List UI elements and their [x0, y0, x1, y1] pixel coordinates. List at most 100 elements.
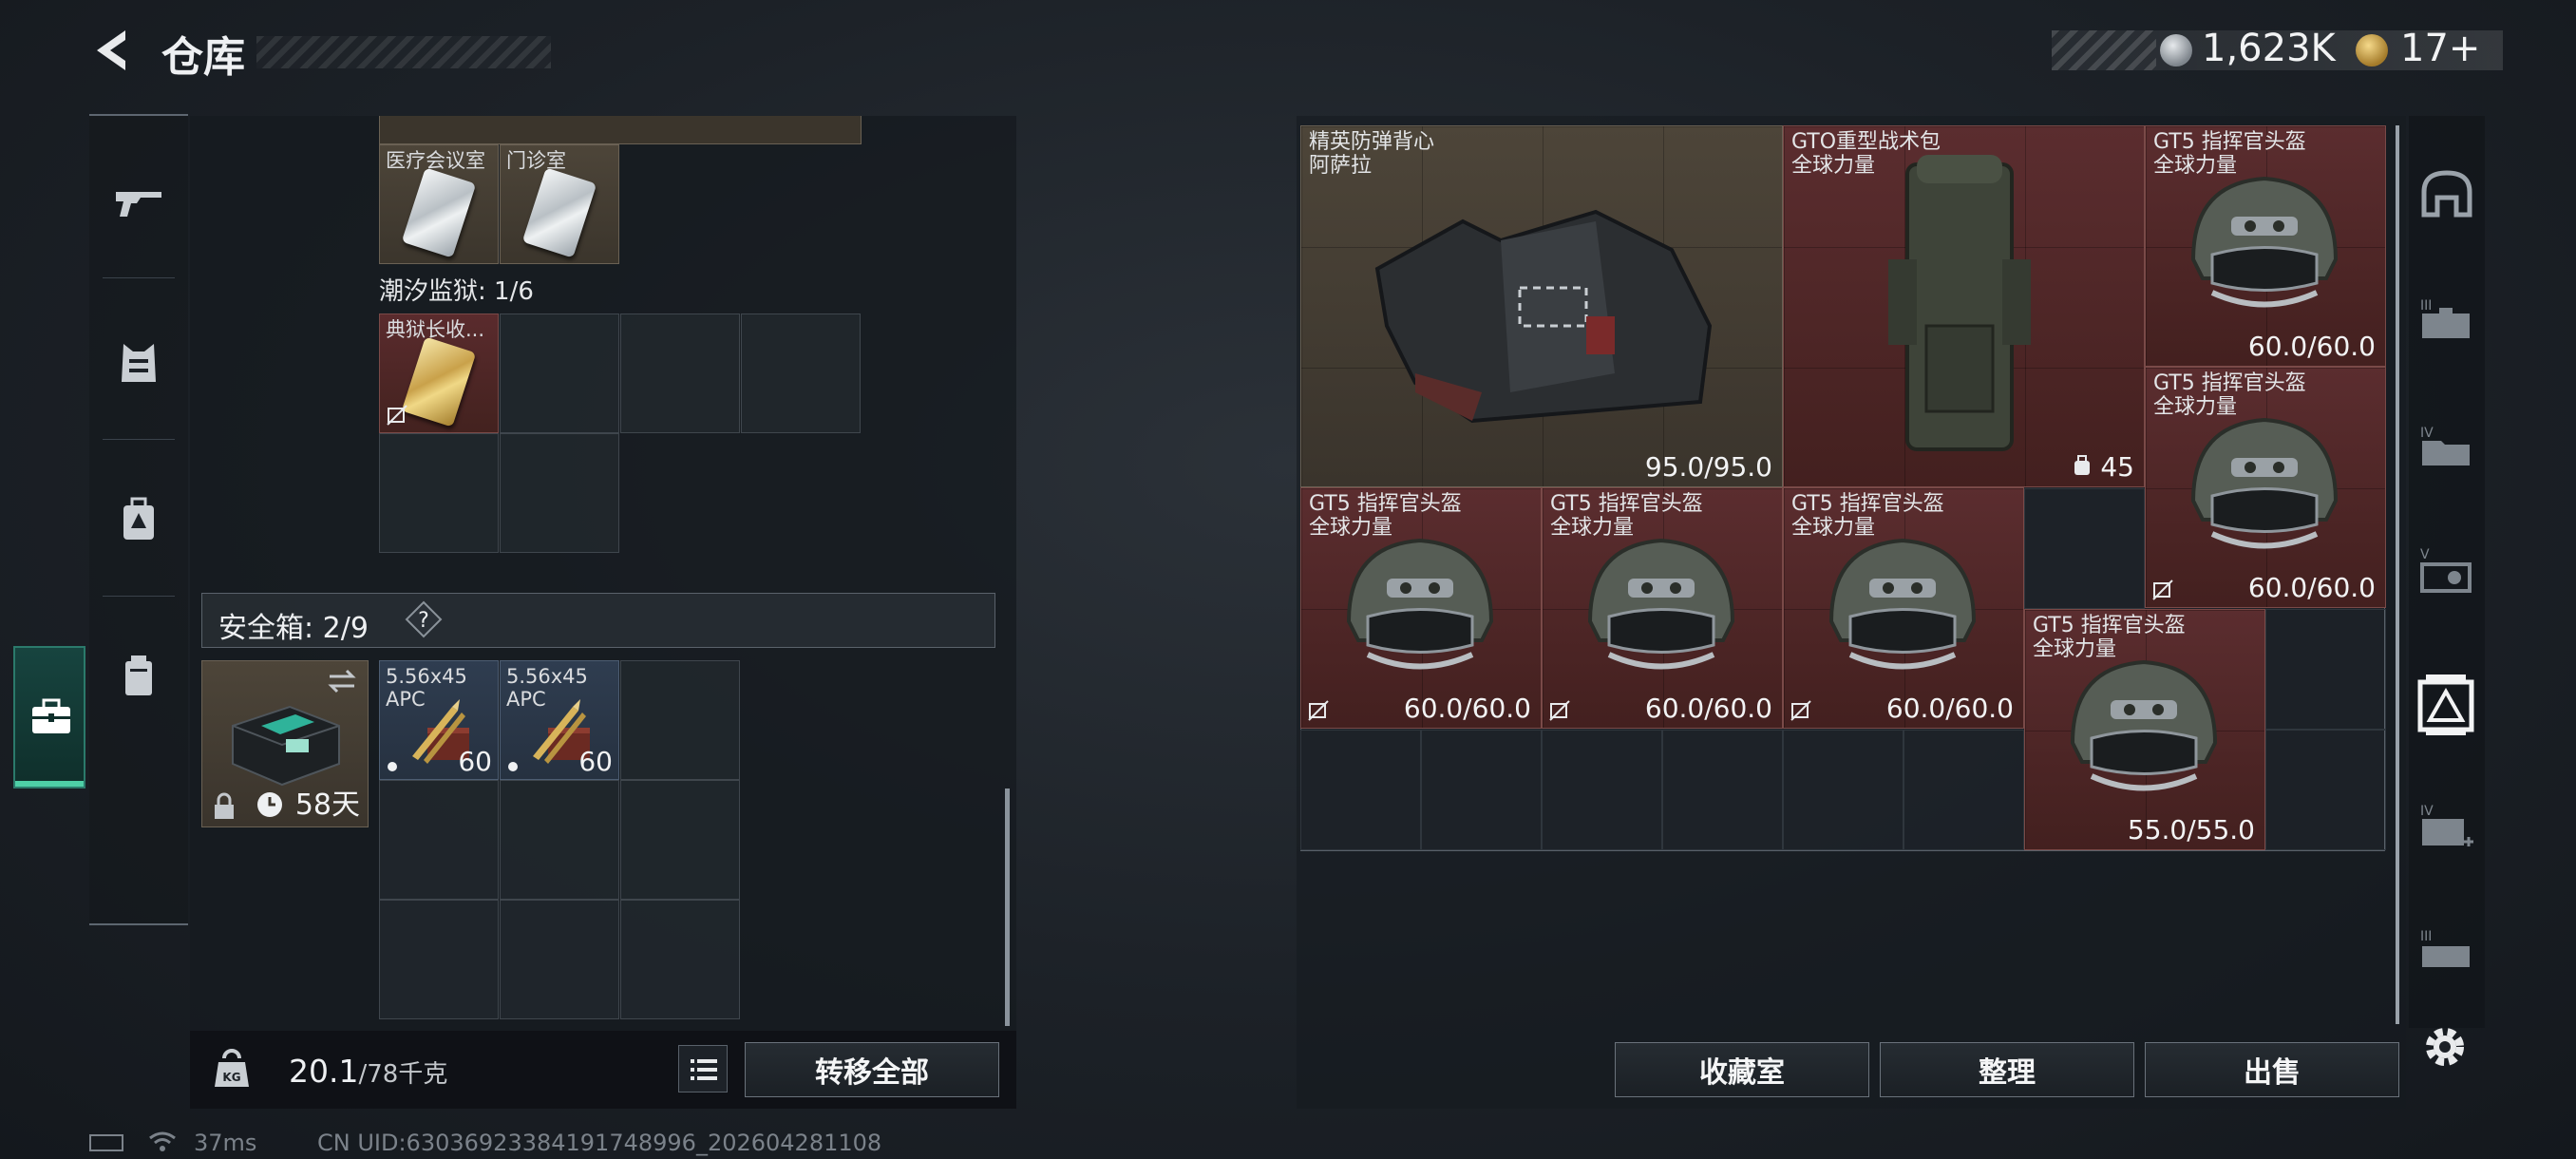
sell-button[interactable]: 出售 [2145, 1042, 2399, 1097]
silver-coin-icon [2160, 34, 2192, 66]
battery-icon [89, 1134, 123, 1151]
rig-tab[interactable] [89, 600, 188, 752]
empty-slot[interactable] [1542, 730, 1662, 850]
no-insurance-icon [1308, 700, 1329, 721]
durability-value: 55.0/55.0 [2127, 814, 2255, 846]
helmet-item[interactable]: GT5 指挥官头盔 全球力量 55.0/55.0 [2024, 609, 2265, 850]
keycard-image [401, 167, 477, 258]
empty-slot[interactable] [2265, 609, 2386, 730]
help-button[interactable]: ? [405, 600, 443, 638]
ammo-indicator-icon [388, 762, 397, 771]
settings-gear-icon[interactable] [2416, 1018, 2473, 1075]
empty-slot[interactable] [620, 314, 740, 433]
scrollbar[interactable] [1005, 788, 1010, 1026]
storage-tab-active[interactable] [2413, 665, 2479, 750]
empty-slot[interactable] [1300, 730, 1421, 850]
medical-case-icon: V [2420, 547, 2472, 593]
empty-slot[interactable] [2024, 488, 2145, 609]
storage-scrollbar[interactable] [2396, 125, 2399, 1024]
vest-item[interactable]: 精英防弹背心 阿萨拉 95.0/95.0 [1300, 125, 1783, 487]
keycard-item[interactable]: 医疗会议室 [379, 144, 499, 264]
transfer-all-button[interactable]: 转移全部 [745, 1042, 999, 1097]
storage-tab[interactable]: IV [2409, 408, 2485, 484]
no-insurance-icon [2152, 580, 2173, 600]
item-faction: 阿萨拉 [1309, 154, 1373, 178]
safebox-duration: 58天 [294, 788, 360, 822]
item-faction: 全球力量 [2153, 154, 2238, 178]
case-tab[interactable] [13, 646, 85, 788]
item-faction: 全球力量 [2033, 637, 2117, 661]
svg-text:III: III [2420, 298, 2432, 314]
currency-stripe [2052, 30, 2156, 70]
item-name: GT5 指挥官头盔 [2153, 130, 2306, 154]
item-faction: 全球力量 [1791, 516, 1876, 540]
empty-slot[interactable] [1421, 730, 1542, 850]
keycard-image [401, 336, 477, 428]
empty-slot[interactable] [741, 314, 861, 433]
ammo-item[interactable]: 5.56x45 APC 60 [500, 660, 619, 780]
svg-text:III: III [2420, 929, 2432, 944]
item-faction: 全球力量 [1550, 516, 1635, 540]
empty-slot[interactable] [620, 660, 740, 780]
empty-slot[interactable] [500, 780, 619, 900]
keycard-item[interactable]: 典狱长收... [379, 314, 499, 433]
item-label: 门诊室 [506, 149, 566, 172]
storage-tab[interactable]: III [2409, 281, 2485, 357]
helmet-item[interactable]: GT5 指挥官头盔 全球力量 60.0/60.0 [1300, 487, 1542, 729]
item-label: GT5 指挥官头盔 全球力量 [2033, 614, 2186, 661]
ammo-item[interactable]: 5.56x45 APC 60 [379, 660, 499, 780]
collection-room-button[interactable]: 收藏室 [1615, 1042, 1869, 1097]
empty-slot[interactable] [500, 314, 619, 433]
ping-value: 37ms [194, 1130, 257, 1156]
weight-current: 20.1 [289, 1053, 359, 1090]
backpack-tab[interactable] [89, 444, 188, 596]
empty-slot[interactable] [1662, 730, 1783, 850]
gold-currency-value[interactable]: 17+ [2400, 27, 2480, 70]
no-insurance-icon [1790, 700, 1811, 721]
keycard-item[interactable]: 门诊室 [500, 144, 619, 264]
chest-rig-icon [125, 656, 152, 695]
item-label: GTO重型战术包 全球力量 [1791, 130, 1941, 178]
empty-slot[interactable] [500, 900, 619, 1019]
empty-slot[interactable] [2265, 730, 2386, 850]
tactical-backpack-image [1888, 155, 2031, 451]
helmet-item[interactable]: GT5 指挥官头盔 全球力量 60.0/60.0 [2145, 367, 2386, 608]
briefcase-icon [32, 698, 70, 733]
empty-slot[interactable] [620, 900, 740, 1019]
helmet-item[interactable]: GT5 指挥官头盔 全球力量 60.0/60.0 [2145, 125, 2386, 367]
empty-slot[interactable] [379, 780, 499, 900]
item-label: GT5 指挥官头盔 全球力量 [1309, 492, 1462, 540]
svg-text:IV: IV [2420, 804, 2434, 819]
weight-value: 20.1/78千克 [289, 1053, 447, 1090]
silver-currency-value: 1,623K [2202, 27, 2336, 70]
add-case-icon: IV [2420, 804, 2473, 846]
item-name: GT5 指挥官头盔 [2153, 371, 2306, 395]
lock-icon [215, 792, 234, 819]
empty-slot[interactable] [379, 433, 499, 553]
list-view-button[interactable] [678, 1045, 728, 1092]
storage-tab[interactable] [2409, 156, 2485, 232]
title-decoration [256, 36, 551, 68]
safebox-container[interactable]: 58天 [201, 660, 369, 827]
gold-coin-icon [2356, 34, 2388, 66]
weapon-tab[interactable] [89, 125, 188, 277]
empty-slot[interactable] [500, 433, 619, 553]
item-faction: 全球力量 [1309, 516, 1393, 540]
backpack-item[interactable]: GTO重型战术包 全球力量 45 [1783, 125, 2145, 487]
durability-value: 60.0/60.0 [1403, 693, 1531, 724]
svg-text:V: V [2420, 547, 2430, 562]
item-label: 医疗会议室 [386, 149, 485, 172]
back-arrow-icon[interactable] [87, 25, 139, 76]
empty-slot[interactable] [1783, 730, 1904, 850]
sort-button[interactable]: 整理 [1880, 1042, 2134, 1097]
empty-slot[interactable] [1904, 730, 2024, 850]
empty-slot[interactable] [379, 900, 499, 1019]
empty-slot[interactable] [620, 780, 740, 900]
storage-tab[interactable]: V [2409, 532, 2485, 608]
body-armor-image [1374, 209, 1713, 424]
storage-tab[interactable]: III [2409, 912, 2485, 988]
armor-tab[interactable] [89, 287, 188, 439]
storage-tab[interactable]: IV [2409, 788, 2485, 864]
helmet-item[interactable]: GT5 指挥官头盔 全球力量 60.0/60.0 [1783, 487, 2024, 729]
helmet-item[interactable]: GT5 指挥官头盔 全球力量 60.0/60.0 [1542, 487, 1783, 729]
